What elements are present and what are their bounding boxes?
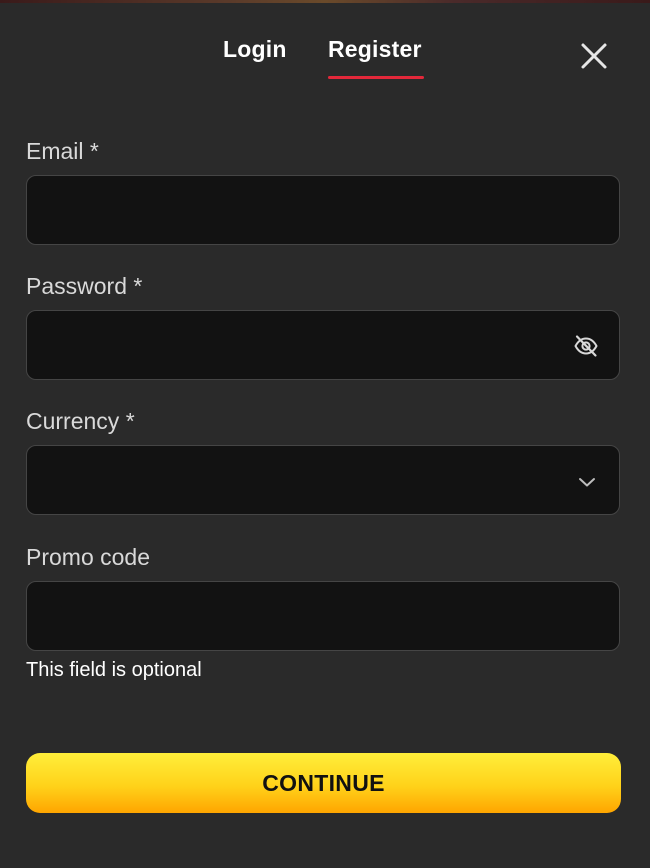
email-label: Email * <box>26 138 99 164</box>
password-visibility-toggle[interactable] <box>573 333 599 359</box>
promo-field-wrapper <box>26 581 620 651</box>
eye-off-icon <box>574 335 598 357</box>
active-tab-indicator <box>328 76 424 79</box>
currency-dropdown-toggle[interactable] <box>577 472 597 492</box>
email-field[interactable] <box>27 176 619 244</box>
close-icon <box>581 43 607 69</box>
email-field-wrapper <box>26 175 620 245</box>
chevron-down-icon <box>579 478 595 487</box>
auth-modal: Login Register Email * Password * Curren… <box>0 0 650 868</box>
currency-label: Currency * <box>26 408 135 434</box>
password-field-wrapper <box>26 310 620 380</box>
promo-helper-text: This field is optional <box>26 659 202 681</box>
password-label: Password * <box>26 273 143 299</box>
close-button[interactable] <box>576 38 612 74</box>
auth-tabs: Login Register <box>0 36 650 86</box>
password-field[interactable] <box>27 311 619 379</box>
promo-code-field[interactable] <box>27 582 619 650</box>
promo-label: Promo code <box>26 544 151 570</box>
tab-login[interactable]: Login <box>223 36 287 63</box>
background-strip <box>0 0 650 3</box>
continue-button[interactable]: CONTINUE <box>26 753 621 813</box>
currency-select[interactable] <box>26 445 620 515</box>
tab-register[interactable]: Register <box>328 36 422 63</box>
